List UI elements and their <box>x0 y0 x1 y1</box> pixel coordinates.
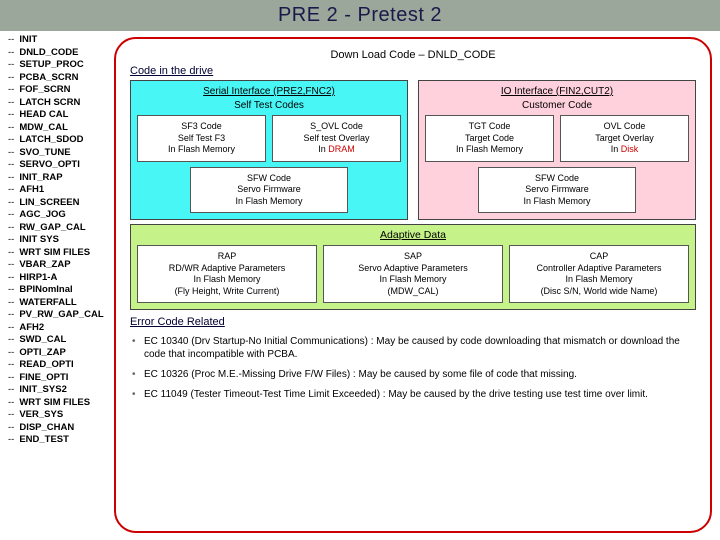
error-item: EC 10340 (Drv Startup-No Initial Communi… <box>130 335 696 361</box>
io-sfw-card: SFW CodeServo FirmwareIn Flash Memory <box>478 167 636 214</box>
sidebar-item: --INIT_RAP <box>8 172 114 185</box>
sidebar-item: --END_TEST <box>8 434 114 447</box>
cap-card: CAPController Adaptive ParametersIn Flas… <box>509 245 689 303</box>
sidebar-item: --SVO_TUNE <box>8 147 114 160</box>
sidebar-item: --DISP_CHAN <box>8 422 114 435</box>
sidebar-item: --SETUP_PROC <box>8 59 114 72</box>
sidebar-item: --VER_SYS <box>8 409 114 422</box>
sidebar-item: --DNLD_CODE <box>8 47 114 60</box>
sidebar-item: --LATCH SCRN <box>8 97 114 110</box>
sidebar-item: --WRT SIM FILES <box>8 247 114 260</box>
serial-sfw-card: SFW CodeServo FirmwareIn Flash Memory <box>190 167 348 214</box>
sidebar-item: --SERVO_OPTI <box>8 159 114 172</box>
serial-group: Serial Interface (PRE2,FNC2) Self Test C… <box>130 80 408 220</box>
ovl-card: OVL CodeTarget Overlay In Disk <box>560 115 689 162</box>
error-list: EC 10340 (Drv Startup-No Initial Communi… <box>130 335 696 401</box>
sidebar-item: --INIT_SYS2 <box>8 384 114 397</box>
error-code-label: Error Code Related <box>130 316 225 328</box>
sidebar-item: --FOF_SCRN <box>8 84 114 97</box>
sidebar-item: --INIT <box>8 34 114 47</box>
adaptive-header: Adaptive Data <box>137 229 689 241</box>
sidebar-item: --SWD_CAL <box>8 334 114 347</box>
sidebar-item: --LIN_SCREEN <box>8 197 114 210</box>
tgt-card: TGT CodeTarget CodeIn Flash Memory <box>425 115 554 162</box>
rap-card: RAPRD/WR Adaptive ParametersIn Flash Mem… <box>137 245 317 303</box>
sidebar-item: --AFH2 <box>8 322 114 335</box>
sidebar-item: --HEAD CAL <box>8 109 114 122</box>
sidebar-item: --WATERFALL <box>8 297 114 310</box>
sovl-card: S_OVL CodeSelf test Overlay In DRAM <box>272 115 401 162</box>
io-header: IO Interface (FIN2,CUT2) <box>425 86 689 97</box>
sidebar-item: --READ_OPTI <box>8 359 114 372</box>
sidebar-item: --OPTI_ZAP <box>8 347 114 360</box>
sidebar-item: --FINE_OPTI <box>8 372 114 385</box>
code-in-drive-label: Code in the drive <box>130 65 213 77</box>
sidebar-item: --PV_RW_GAP_CAL <box>8 309 114 322</box>
serial-sub: Self Test Codes <box>137 100 401 111</box>
sap-card: SAPServo Adaptive ParametersIn Flash Mem… <box>323 245 503 303</box>
layout: --INIT--DNLD_CODE--SETUP_PROC--PCBA_SCRN… <box>0 31 720 539</box>
sidebar-item: --AGC_JOG <box>8 209 114 222</box>
panel: Down Load Code – DNLD_CODE Code in the d… <box>114 37 712 533</box>
sidebar-item: --WRT SIM FILES <box>8 397 114 410</box>
sidebar: --INIT--DNLD_CODE--SETUP_PROC--PCBA_SCRN… <box>0 31 114 539</box>
io-group: IO Interface (FIN2,CUT2) Customer Code T… <box>418 80 696 220</box>
error-item: EC 10326 (Proc M.E.-Missing Drive F/W Fi… <box>130 368 696 381</box>
headline: Down Load Code – DNLD_CODE <box>130 49 696 61</box>
sidebar-item: --AFH1 <box>8 184 114 197</box>
codes-row: Serial Interface (PRE2,FNC2) Self Test C… <box>130 80 696 220</box>
page-title: PRE 2 - Pretest 2 <box>0 0 720 31</box>
sf3-card: SF3 CodeSelf Test F3In Flash Memory <box>137 115 266 162</box>
sidebar-item: --MDW_CAL <box>8 122 114 135</box>
sidebar-item: --LATCH_SDOD <box>8 134 114 147</box>
main: Down Load Code – DNLD_CODE Code in the d… <box>114 31 720 539</box>
io-sub: Customer Code <box>425 100 689 111</box>
adaptive-group: Adaptive Data RAPRD/WR Adaptive Paramete… <box>130 224 696 310</box>
sidebar-item: --BPINomInal <box>8 284 114 297</box>
sidebar-item: --INIT SYS <box>8 234 114 247</box>
error-item: EC 11049 (Tester Timeout-Test Time Limit… <box>130 388 696 401</box>
sidebar-item: --RW_GAP_CAL <box>8 222 114 235</box>
sidebar-item: --VBAR_ZAP <box>8 259 114 272</box>
sidebar-item: --PCBA_SCRN <box>8 72 114 85</box>
sidebar-item: --HIRP1-A <box>8 272 114 285</box>
serial-header: Serial Interface (PRE2,FNC2) <box>137 86 401 97</box>
